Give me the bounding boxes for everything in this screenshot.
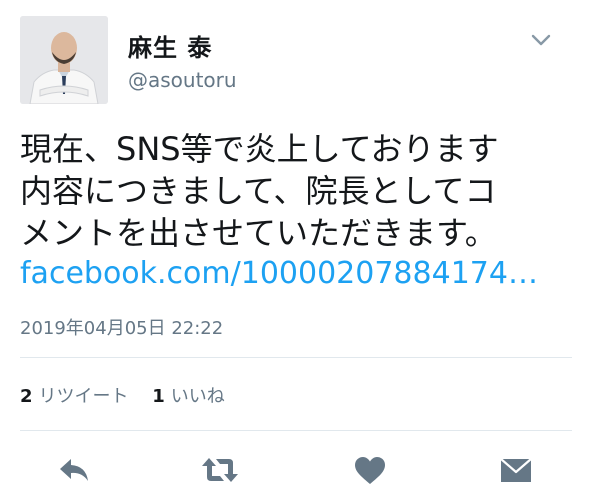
avatar[interactable] bbox=[20, 16, 108, 104]
divider bbox=[20, 357, 572, 358]
direct-message-button[interactable] bbox=[496, 452, 536, 488]
envelope-icon bbox=[500, 458, 532, 482]
reply-icon bbox=[60, 459, 88, 481]
display-name[interactable]: 麻生 泰 bbox=[128, 28, 212, 63]
profile-photo bbox=[20, 16, 108, 104]
retweet-button[interactable] bbox=[200, 452, 240, 488]
tweet-text-line: 現在、SNS等で炎上しております bbox=[20, 130, 499, 168]
retweet-count-label: リツイート bbox=[38, 386, 129, 407]
retweet-icon bbox=[202, 458, 238, 482]
like-count-label: いいね bbox=[170, 386, 225, 407]
divider bbox=[20, 430, 572, 431]
tweet-text-line: 内容につきまして、院長としてコ bbox=[20, 172, 497, 210]
like-count-value: 1 bbox=[152, 386, 165, 407]
timestamp: 2019年04月05日 22:22 bbox=[20, 318, 224, 339]
retweet-count-value: 2 bbox=[20, 386, 33, 407]
heart-icon bbox=[355, 457, 385, 484]
tweet-link[interactable]: facebook.com/10000207884174… bbox=[20, 254, 570, 294]
screen-name[interactable]: @asoutoru bbox=[128, 68, 237, 92]
like-count[interactable]: 1 いいね bbox=[152, 382, 225, 408]
retweet-count[interactable]: 2 リツイート bbox=[20, 382, 129, 408]
tweet-text: 現在、SNS等で炎上しております 内容につきまして、院長としてコ メントを出させ… bbox=[20, 128, 580, 254]
reply-button[interactable] bbox=[54, 452, 94, 488]
chevron-down-icon[interactable] bbox=[530, 32, 552, 48]
tweet-text-line: メントを出させていただきます。 bbox=[20, 214, 497, 252]
like-button[interactable] bbox=[350, 452, 390, 488]
tweet-stats: 2 リツイート 1 いいね bbox=[20, 382, 243, 408]
